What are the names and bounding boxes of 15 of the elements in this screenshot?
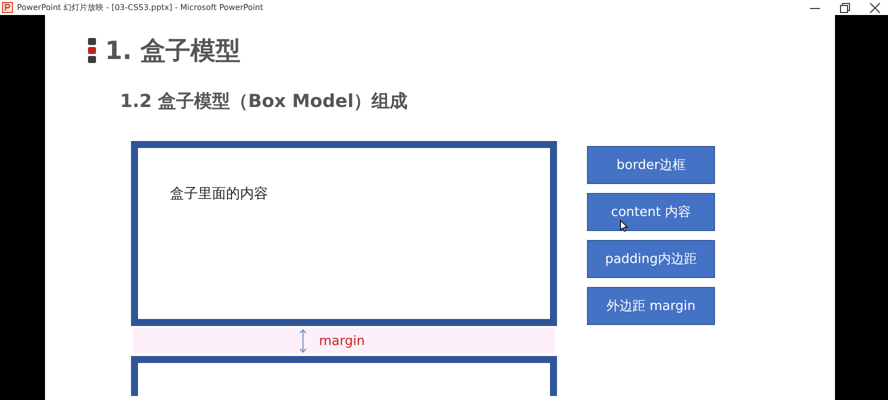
- close-icon[interactable]: [870, 2, 880, 12]
- restore-icon[interactable]: [840, 2, 850, 12]
- window-title: PowerPoint 幻灯片放映 - [03-CSS3.pptx] - Microsoft PowerPoint: [17, 2, 264, 13]
- legend-label: padding内边距: [587, 240, 715, 278]
- double-arrow-icon: [299, 329, 307, 353]
- app-icon: [2, 2, 13, 13]
- legend-label: border边框: [587, 146, 715, 184]
- legend-label: content 内容: [587, 193, 715, 231]
- legend-label: 外边距 margin: [587, 287, 715, 325]
- title-marker-icon: [88, 38, 96, 63]
- box-content-text: 盒子里面的内容: [170, 186, 268, 202]
- slide-title: 1. 盒子模型: [105, 35, 241, 67]
- mouse-cursor-icon: [620, 220, 628, 232]
- slide-subtitle: 1.2 盒子模型（Box Model）组成: [120, 90, 409, 113]
- margin-label: margin: [319, 334, 365, 348]
